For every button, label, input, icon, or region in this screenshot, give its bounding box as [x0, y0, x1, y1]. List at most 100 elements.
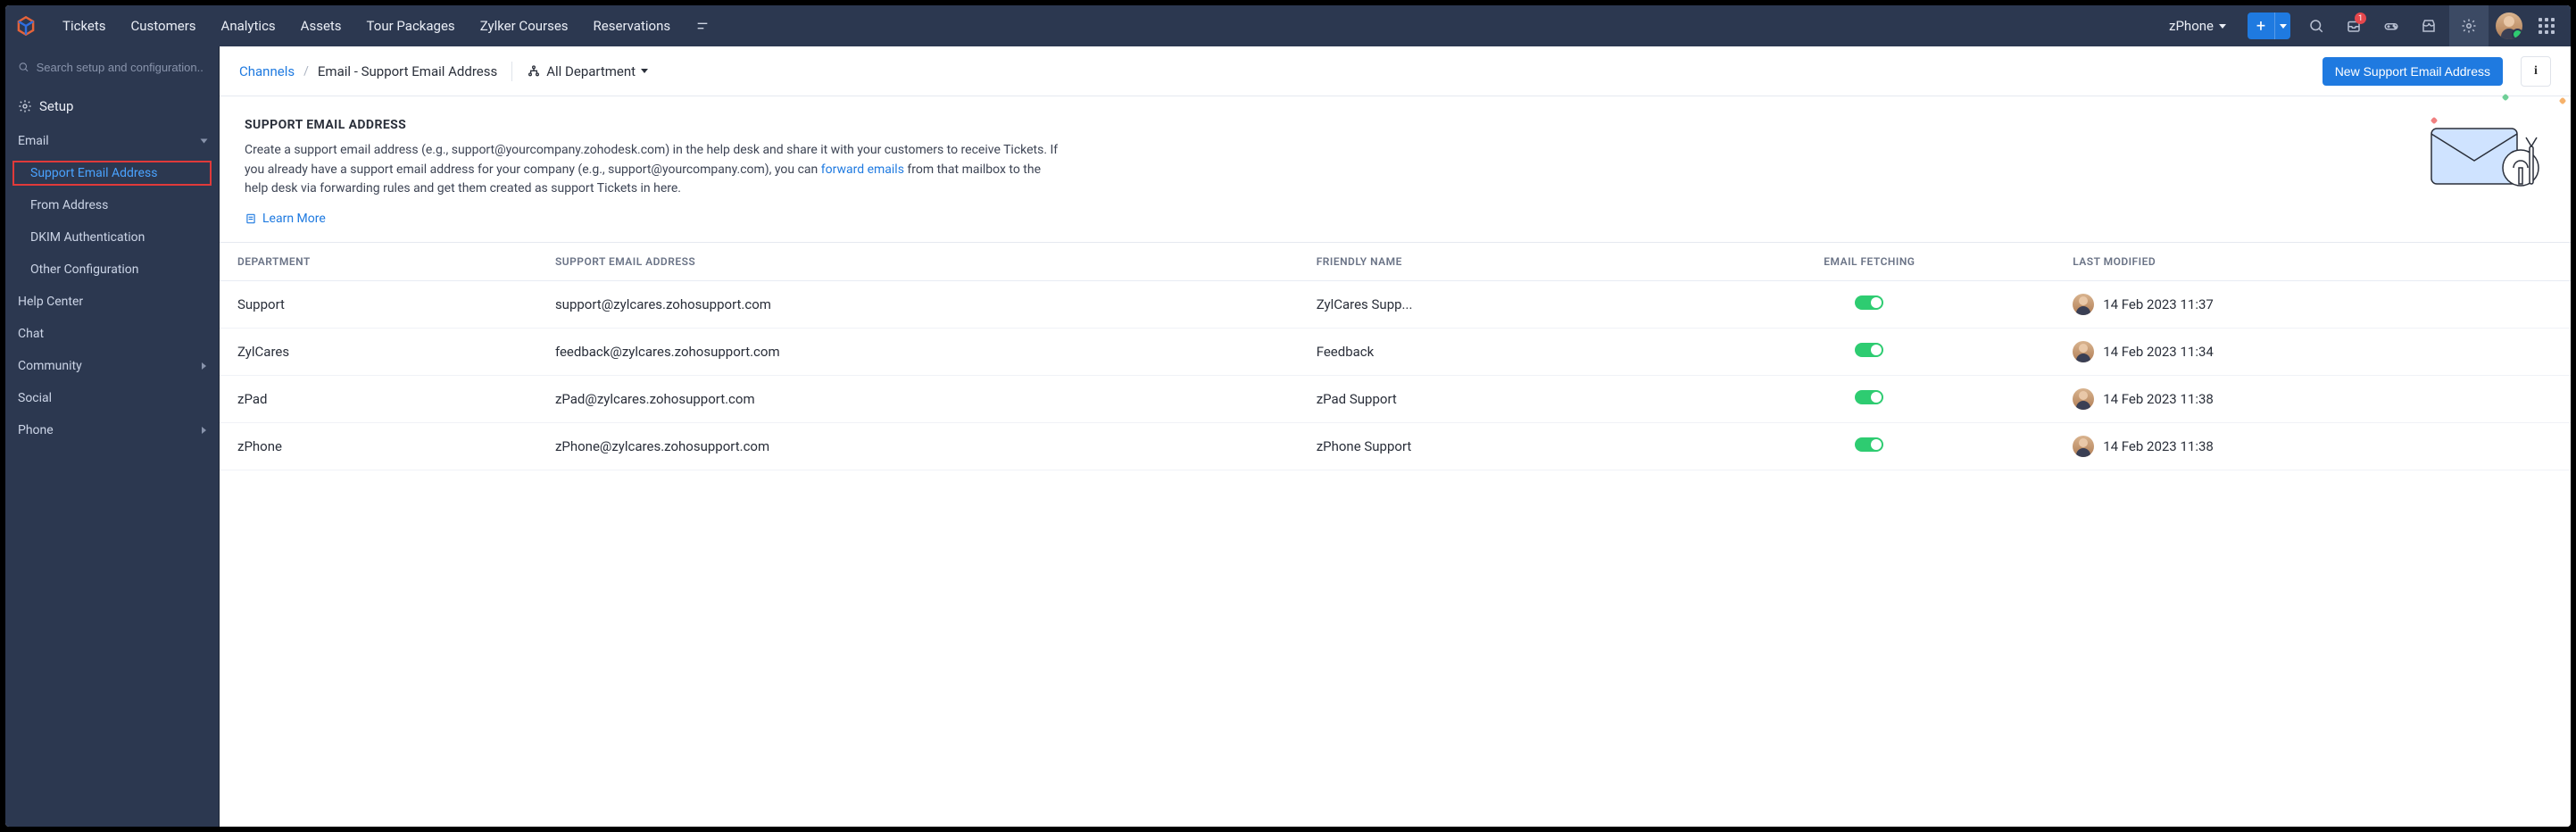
nav-more[interactable] — [686, 5, 719, 46]
sidebar-item-support-email-address[interactable]: Support Email Address — [11, 159, 213, 187]
sidebar-item-label: Other Configuration — [30, 262, 139, 277]
table-row[interactable]: Supportsupport@zylcares.zohosupport.comZ… — [220, 281, 2571, 329]
nav-item-reservations[interactable]: Reservations — [581, 5, 684, 46]
cell-email-fetching — [1684, 376, 2056, 423]
email-fetching-toggle[interactable] — [1855, 437, 1883, 452]
sidebar-item-label: Help Center — [18, 295, 83, 309]
sidebar-item-label: Phone — [18, 423, 54, 437]
add-group: + — [2248, 12, 2290, 39]
sidebar-item-dkim-authentication[interactable]: DKIM Authentication — [5, 221, 219, 254]
cell-department: Support — [220, 281, 537, 329]
sidebar-search-input[interactable] — [37, 61, 206, 74]
cell-email: feedback@zylcares.zohosupport.com — [537, 329, 1299, 376]
modifier-avatar — [2073, 341, 2094, 362]
apps-grid-icon — [2539, 18, 2555, 34]
cell-friendly-name: zPhone Support — [1299, 423, 1684, 470]
app-logo[interactable] — [5, 14, 46, 37]
sidebar-item-social[interactable]: Social — [5, 382, 219, 414]
cell-department: zPhone — [220, 423, 537, 470]
intro-heading: SUPPORT EMAIL ADDRESS — [245, 118, 2546, 132]
sidebar-item-label: Chat — [18, 327, 44, 341]
table-row[interactable]: zPhonezPhone@zylcares.zohosupport.comzPh… — [220, 423, 2571, 470]
sidebar-item-phone[interactable]: Phone — [5, 414, 219, 446]
col-support-email-address: SUPPORT EMAIL ADDRESS — [537, 243, 1299, 281]
breadcrumb-sep: / — [303, 64, 309, 79]
forward-emails-link[interactable]: forward emails — [821, 162, 904, 177]
intro-illustration — [2424, 112, 2549, 202]
chevron-down-icon — [201, 139, 208, 144]
controller-icon — [2383, 18, 2399, 34]
department-filter-label: All Department — [546, 63, 636, 79]
sidebar-item-other-configuration[interactable]: Other Configuration — [5, 254, 219, 286]
last-modified-text: 14 Feb 2023 11:38 — [2103, 391, 2214, 407]
email-table: DEPARTMENTSUPPORT EMAIL ADDRESSFRIENDLY … — [220, 243, 2571, 470]
user-avatar[interactable] — [2496, 12, 2522, 39]
search-icon — [2308, 18, 2324, 34]
nav-item-tour-packages[interactable]: Tour Packages — [354, 5, 468, 46]
sidebar-item-label: Social — [18, 391, 52, 405]
department-filter[interactable]: All Department — [527, 63, 648, 79]
sidebar-item-label: Support Email Address — [30, 166, 157, 180]
nav-item-analytics[interactable]: Analytics — [209, 5, 288, 46]
sidebar-item-label: From Address — [30, 198, 108, 212]
sidebar-search[interactable] — [5, 46, 219, 87]
nav-item-tickets[interactable]: Tickets — [50, 5, 119, 46]
sidebar-item-label: DKIM Authentication — [30, 230, 145, 245]
inbox-button[interactable]: 1 — [2337, 5, 2371, 46]
intro-text: Create a support email address (e.g., su… — [245, 141, 1066, 199]
sidebar-item-help-center[interactable]: Help Center — [5, 286, 219, 318]
learn-more-link[interactable]: Learn More — [245, 212, 2546, 226]
new-support-email-button[interactable]: New Support Email Address — [2323, 57, 2503, 86]
department-picker[interactable]: zPhone — [2156, 18, 2239, 34]
breadcrumb-root[interactable]: Channels — [239, 63, 295, 79]
cell-email: support@zylcares.zohosupport.com — [537, 281, 1299, 329]
add-menu-button[interactable] — [2274, 12, 2290, 39]
intro-section: SUPPORT EMAIL ADDRESS Create a support e… — [220, 96, 2571, 243]
add-button[interactable]: + — [2248, 12, 2274, 39]
nav-item-customers[interactable]: Customers — [119, 5, 209, 46]
info-button[interactable]: i — [2521, 56, 2551, 87]
sidebar-item-community[interactable]: Community — [5, 350, 219, 382]
nav-item-assets[interactable]: Assets — [288, 5, 354, 46]
modifier-avatar — [2073, 388, 2094, 410]
marketplace-button[interactable] — [2412, 5, 2446, 46]
storefront-icon — [2421, 18, 2437, 34]
gamification-button[interactable] — [2374, 5, 2408, 46]
cell-email: zPhone@zylcares.zohosupport.com — [537, 423, 1299, 470]
table-row[interactable]: ZylCaresfeedback@zylcares.zohosupport.co… — [220, 329, 2571, 376]
breadcrumb-divider — [511, 62, 512, 81]
apps-launcher[interactable] — [2530, 5, 2564, 46]
table-row[interactable]: zPadzPad@zylcares.zohosupport.comzPad Su… — [220, 376, 2571, 423]
last-modified-text: 14 Feb 2023 11:37 — [2103, 296, 2214, 312]
sidebar-item-email[interactable]: Email — [5, 125, 219, 157]
cell-department: zPad — [220, 376, 537, 423]
col-department: DEPARTMENT — [220, 243, 537, 281]
settings-button[interactable] — [2449, 5, 2489, 46]
cell-last-modified: 14 Feb 2023 11:38 — [2055, 423, 2571, 470]
gear-icon — [18, 99, 32, 113]
sidebar-item-chat[interactable]: Chat — [5, 318, 219, 350]
email-fetching-toggle[interactable] — [1855, 390, 1883, 404]
cell-email-fetching — [1684, 423, 2056, 470]
cell-last-modified: 14 Feb 2023 11:38 — [2055, 376, 2571, 423]
sidebar-item-label: Email — [18, 134, 49, 148]
cell-department: ZylCares — [220, 329, 537, 376]
email-table-wrap: DEPARTMENTSUPPORT EMAIL ADDRESSFRIENDLY … — [220, 243, 2571, 827]
last-modified-text: 14 Feb 2023 11:34 — [2103, 344, 2214, 360]
cell-email-fetching — [1684, 329, 2056, 376]
last-modified-text: 14 Feb 2023 11:38 — [2103, 438, 2214, 454]
main-panel: Channels / Email - Support Email Address… — [220, 46, 2571, 827]
nav-item-zylker-courses[interactable]: Zylker Courses — [468, 5, 581, 46]
setup-sidebar: Setup EmailSupport Email AddressFrom Add… — [5, 46, 220, 827]
cell-last-modified: 14 Feb 2023 11:37 — [2055, 281, 2571, 329]
org-icon — [527, 64, 541, 79]
breadcrumb-bar: Channels / Email - Support Email Address… — [220, 46, 2571, 96]
col-email-fetching: EMAIL FETCHING — [1684, 243, 2056, 281]
email-fetching-toggle[interactable] — [1855, 295, 1883, 310]
inbox-badge: 1 — [2355, 12, 2366, 24]
sidebar-item-label: Community — [18, 359, 82, 373]
search-button[interactable] — [2299, 5, 2333, 46]
search-icon — [18, 61, 29, 73]
sidebar-item-from-address[interactable]: From Address — [5, 189, 219, 221]
email-fetching-toggle[interactable] — [1855, 343, 1883, 357]
